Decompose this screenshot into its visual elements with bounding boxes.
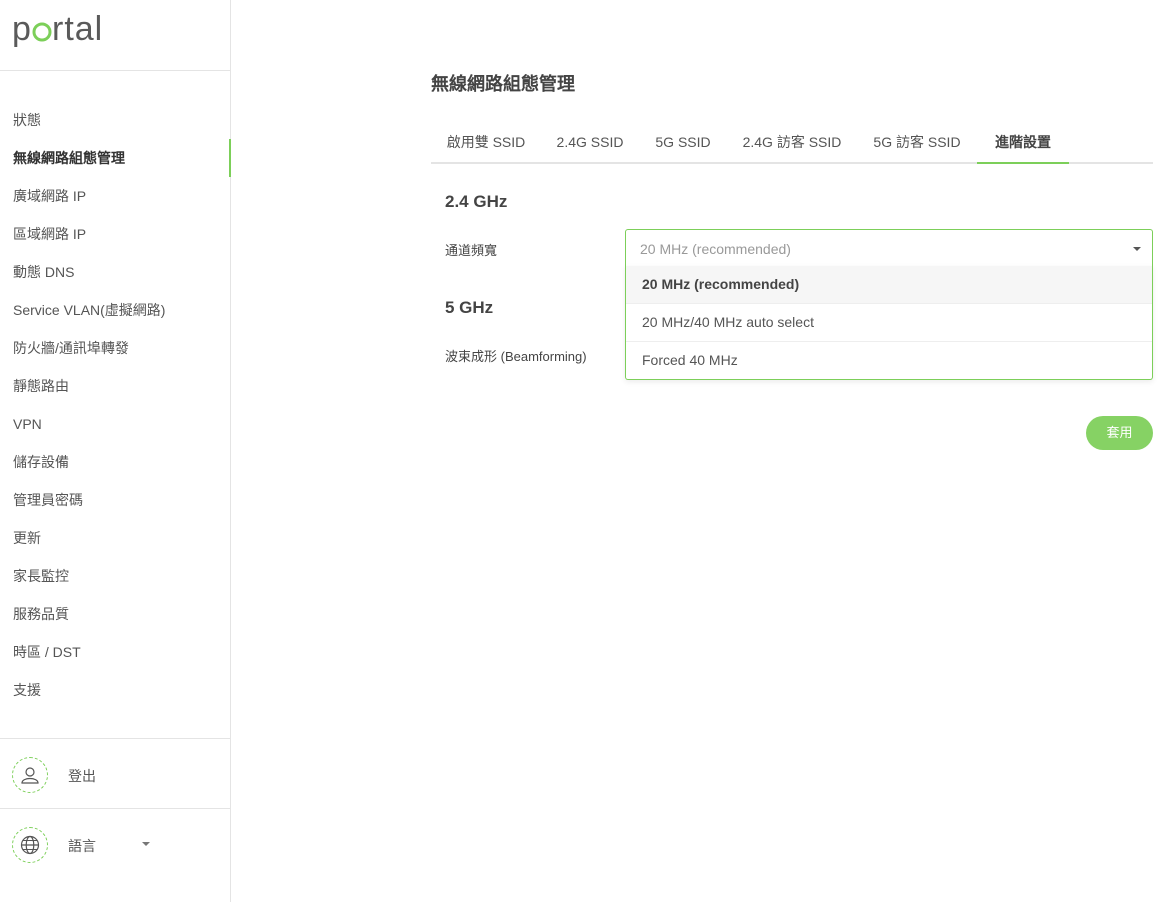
logout-label: 登出	[68, 768, 96, 784]
page-title: 無線網路組態管理	[431, 74, 575, 94]
language-label: 語言	[68, 838, 96, 854]
section-title-5ghz: 5 GHz	[445, 298, 494, 317]
sidebar-item-storage[interactable]: 儲存設備	[0, 443, 230, 481]
tab-24g-guest-ssid[interactable]: 2.4G 訪客 SSID	[727, 124, 857, 162]
sidebar-item-update[interactable]: 更新	[0, 519, 230, 557]
channel-width-dropdown: 20 MHz (recommended) 20 MHz/40 MHz auto …	[625, 266, 1153, 380]
sidebar: p rtal 狀態 無線網路組態管理 廣域網路 IP 區域網路 IP 動態 DN…	[0, 0, 231, 902]
globe-icon	[12, 827, 48, 863]
chevron-down-icon	[1133, 247, 1141, 251]
sidebar-item-parental-control[interactable]: 家長監控	[0, 557, 230, 595]
tab-bar: 啟用雙 SSID 2.4G SSID 5G SSID 2.4G 訪客 SSID …	[431, 124, 1153, 164]
sidebar-item-status[interactable]: 狀態	[0, 101, 230, 139]
language-selector[interactable]: 語言	[12, 827, 222, 863]
sidebar-item-lan-ip[interactable]: 區域網路 IP	[0, 215, 230, 253]
sidebar-item-qos[interactable]: 服務品質	[0, 595, 230, 633]
chevron-down-icon	[142, 842, 150, 846]
sidebar-nav: 狀態 無線網路組態管理 廣域網路 IP 區域網路 IP 動態 DNS Servi…	[0, 101, 231, 709]
bottom-divider-bottom	[0, 808, 230, 809]
dropdown-option[interactable]: 20 MHz/40 MHz auto select	[626, 303, 1152, 341]
sidebar-item-service-vlan[interactable]: Service VLAN(虛擬網路)	[0, 291, 230, 329]
beamforming-label: 波束成形 (Beamforming)	[445, 349, 587, 364]
sidebar-item-ddns[interactable]: 動態 DNS	[0, 253, 230, 291]
bottom-divider-top	[0, 738, 230, 739]
svg-text:rtal: rtal	[52, 10, 103, 48]
tab-dual-ssid[interactable]: 啟用雙 SSID	[431, 124, 541, 162]
sidebar-item-vpn[interactable]: VPN	[0, 405, 230, 443]
sidebar-item-support[interactable]: 支援	[0, 671, 230, 709]
sidebar-item-wireless[interactable]: 無線網路組態管理	[0, 139, 231, 177]
tab-advanced-settings[interactable]: 進階設置	[977, 124, 1069, 164]
channel-width-value: 20 MHz (recommended)	[640, 241, 791, 257]
portal-logo-icon: p rtal	[12, 10, 103, 48]
sidebar-item-static-route[interactable]: 靜態路由	[0, 367, 230, 405]
apply-button[interactable]: 套用	[1086, 416, 1153, 450]
tab-5g-guest-ssid[interactable]: 5G 訪客 SSID	[857, 124, 977, 162]
logout-button[interactable]: 登出	[12, 757, 222, 793]
tab-5g-ssid[interactable]: 5G SSID	[639, 124, 727, 162]
dropdown-option[interactable]: 20 MHz (recommended)	[626, 266, 1152, 303]
dropdown-option[interactable]: Forced 40 MHz	[626, 341, 1152, 379]
svg-text:p: p	[12, 10, 32, 48]
user-icon	[12, 757, 48, 793]
sidebar-item-timezone[interactable]: 時區 / DST	[0, 633, 230, 671]
section-title-24ghz: 2.4 GHz	[445, 192, 508, 211]
channel-width-label: 通道頻寬	[445, 243, 498, 258]
channel-width-select[interactable]: 20 MHz (recommended)	[625, 229, 1153, 267]
logo-divider	[0, 70, 230, 71]
sidebar-item-firewall[interactable]: 防火牆/通訊埠轉發	[0, 329, 230, 367]
sidebar-item-admin-password[interactable]: 管理員密碼	[0, 481, 230, 519]
tab-24g-ssid[interactable]: 2.4G SSID	[541, 124, 639, 162]
sidebar-item-wan-ip[interactable]: 廣域網路 IP	[0, 177, 230, 215]
portal-logo[interactable]: p rtal	[12, 10, 116, 50]
